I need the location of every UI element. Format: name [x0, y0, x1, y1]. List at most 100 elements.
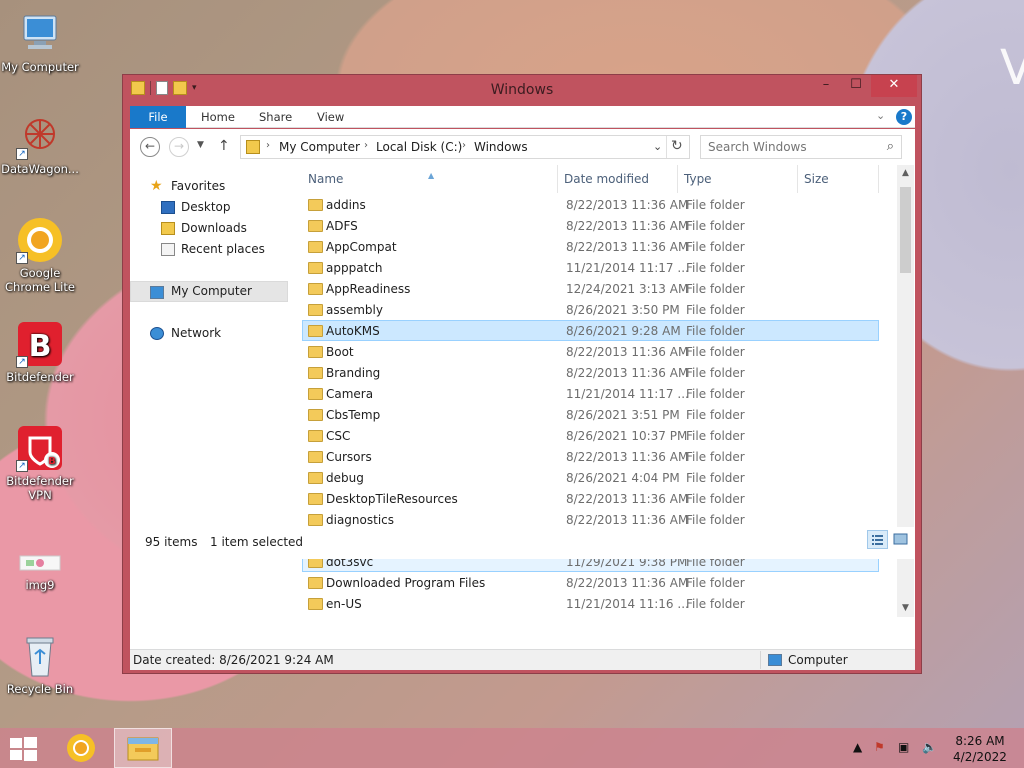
tab-home[interactable]: Home — [201, 106, 235, 128]
back-button[interactable]: ← — [140, 137, 160, 157]
nav-item-desktop[interactable]: Desktop — [130, 197, 288, 218]
file-date: 8/22/2013 11:36 AM — [566, 219, 689, 233]
status-bar: 95 items 1 item selected — [130, 527, 915, 559]
tab-view[interactable]: View — [317, 106, 344, 128]
file-date: 8/26/2021 3:50 PM — [566, 303, 680, 317]
file-type: File folder — [686, 576, 745, 590]
breadcrumb-separator[interactable]: › — [462, 140, 466, 151]
taskbar-chrome-button[interactable] — [62, 728, 100, 768]
folder-icon — [308, 241, 323, 253]
desktop-icon-recycle-bin[interactable]: Recycle Bin — [0, 632, 80, 696]
folder-icon — [308, 283, 323, 295]
table-row[interactable]: DesktopTileResources 8/22/2013 11:36 AM Fi… — [302, 488, 879, 509]
nav-item-downloads[interactable]: Downloads — [130, 218, 288, 239]
scroll-up-button[interactable]: ▲ — [897, 165, 914, 182]
up-button[interactable]: ↑ — [218, 138, 230, 154]
table-row[interactable]: en-US 11/21/2014 11:16 ... File folder — [302, 593, 879, 614]
details-view-button[interactable] — [867, 530, 888, 549]
table-row[interactable]: CSC 8/26/2021 10:37 PM File folder — [302, 425, 879, 446]
taskbar-explorer-button[interactable] — [114, 728, 172, 768]
desktop-icon-my-computer[interactable]: My Computer — [0, 10, 80, 74]
nav-item-network[interactable]: Network — [130, 323, 288, 344]
table-row[interactable]: CbsTemp 8/26/2021 3:51 PM File folder — [302, 404, 879, 425]
nav-item-recent-places[interactable]: Recent places — [130, 239, 288, 260]
table-row[interactable]: apppatch 11/21/2014 11:17 ... File folder — [302, 257, 879, 278]
scroll-down-button[interactable]: ▼ — [897, 600, 914, 617]
help-icon[interactable]: ? — [896, 109, 912, 125]
desktop-icon-chrome[interactable]: ↗ Google Chrome Lite — [0, 216, 80, 294]
desktop-icon-bitdefender-vpn[interactable]: B ↗ Bitdefender VPN — [0, 424, 80, 502]
table-row[interactable]: ADFS 8/22/2013 11:36 AM File folder — [302, 215, 879, 236]
svg-text:B: B — [48, 456, 56, 467]
table-row[interactable]: Boot 8/22/2013 11:36 AM File folder — [302, 341, 879, 362]
folder-icon — [308, 430, 323, 442]
desktop-icon-datawagon[interactable]: ↗ DataWagon... — [0, 112, 80, 176]
desktop-icon — [161, 201, 175, 214]
breadcrumb-separator[interactable]: › — [266, 140, 270, 151]
desktop-icon-img9[interactable]: img9 — [0, 550, 80, 592]
file-name: CbsTemp — [326, 408, 381, 422]
file-name: ADFS — [326, 219, 358, 233]
table-row[interactable]: Camera 11/21/2014 11:17 ... File folder — [302, 383, 879, 404]
minimize-button[interactable]: – — [811, 75, 841, 97]
recent-locations-icon[interactable]: ▼ — [197, 140, 204, 150]
close-button[interactable]: ✕ — [871, 75, 917, 97]
column-header-type[interactable]: Type — [678, 165, 798, 193]
maximize-button[interactable]: ☐ — [841, 75, 871, 97]
search-icon[interactable]: ⌕ — [887, 139, 894, 154]
file-date: 8/26/2021 9:28 AM — [566, 324, 681, 338]
refresh-icon[interactable]: ↻ — [671, 138, 683, 154]
table-row[interactable]: Cursors 8/22/2013 11:36 AM File folder — [302, 446, 879, 467]
tab-share[interactable]: Share — [259, 106, 292, 128]
breadcrumb-windows[interactable]: Windows — [474, 140, 528, 154]
location-label: Computer — [788, 653, 848, 667]
volume-muted-icon[interactable]: 🔈 — [922, 740, 937, 754]
system-clock[interactable]: 8:26 AM 4/2/2022 — [948, 733, 1012, 765]
date-created: Date created: 8/26/2021 9:24 AM — [133, 653, 334, 667]
forward-button[interactable]: → — [169, 137, 189, 157]
nav-item-favorites[interactable]: ★ Favorites — [130, 176, 288, 197]
file-name: Camera — [326, 387, 374, 401]
desktop-icon-label: Bitdefender — [6, 370, 74, 384]
column-header-date[interactable]: Date modified — [558, 165, 678, 193]
table-row[interactable]: addins 8/22/2013 11:36 AM File folder — [302, 194, 879, 215]
address-dropdown-icon[interactable]: ⌄ — [653, 140, 662, 153]
breadcrumb-separator[interactable]: › — [364, 140, 368, 151]
nav-item-my-computer[interactable]: My Computer — [130, 281, 288, 302]
breadcrumb-local-disk[interactable]: Local Disk (C:) — [376, 140, 462, 154]
file-date: 8/22/2013 11:36 AM — [566, 576, 689, 590]
svg-text:B: B — [29, 329, 52, 364]
file-date: 11/21/2014 11:17 ... — [566, 387, 689, 401]
folder-icon — [246, 140, 260, 154]
taskbar: ▲ ⚑ ▣ 🔈 8:26 AM 4/2/2022 — [0, 728, 1024, 768]
scrollbar-thumb[interactable] — [900, 187, 911, 273]
large-icons-view-button[interactable] — [890, 530, 911, 549]
navigation-bar: ← → ▼ ↑ › My Computer › Local Disk (C:) … — [130, 129, 915, 165]
table-row[interactable]: AppReadiness 12/24/2021 3:13 AM File folde… — [302, 278, 879, 299]
address-bar[interactable]: › My Computer › Local Disk (C:) › Window… — [240, 135, 690, 159]
table-row[interactable]: AppCompat 8/22/2013 11:36 AM File folder — [302, 236, 879, 257]
action-center-flag-icon[interactable]: ⚑ — [874, 740, 885, 754]
column-header-name[interactable]: ▲ Name — [302, 165, 558, 193]
file-date: 8/26/2021 10:37 PM — [566, 429, 688, 443]
file-date: 12/24/2021 3:13 AM — [566, 282, 689, 296]
table-row[interactable]: Downloaded Program Files 8/22/2013 11:36 … — [302, 572, 879, 593]
table-row[interactable]: AutoKMS 8/26/2021 9:28 AM File folder — [302, 320, 879, 341]
breadcrumb-my-computer[interactable]: My Computer — [279, 140, 360, 154]
network-status-icon[interactable]: ▣ — [898, 740, 909, 754]
folder-icon — [308, 262, 323, 274]
start-button[interactable] — [8, 737, 37, 761]
search-box[interactable]: ⌕ — [700, 135, 902, 159]
table-row[interactable]: debug 8/26/2021 4:04 PM File folder — [302, 467, 879, 488]
show-hidden-icons-icon[interactable]: ▲ — [853, 740, 862, 754]
expand-ribbon-icon[interactable]: ⌄ — [876, 109, 885, 122]
table-row[interactable]: Branding 8/22/2013 11:36 AM File folder — [302, 362, 879, 383]
file-type: File folder — [686, 429, 745, 443]
title-bar[interactable]: ▾ Windows – ☐ ✕ — [123, 75, 921, 105]
column-header-size[interactable]: Size — [798, 165, 879, 193]
file-type: File folder — [686, 345, 745, 359]
desktop-icon-bitdefender[interactable]: B ↗ Bitdefender — [0, 320, 80, 384]
search-input[interactable] — [701, 136, 871, 158]
tab-file[interactable]: File — [130, 106, 186, 128]
table-row[interactable]: assembly 8/26/2021 3:50 PM File folder — [302, 299, 879, 320]
